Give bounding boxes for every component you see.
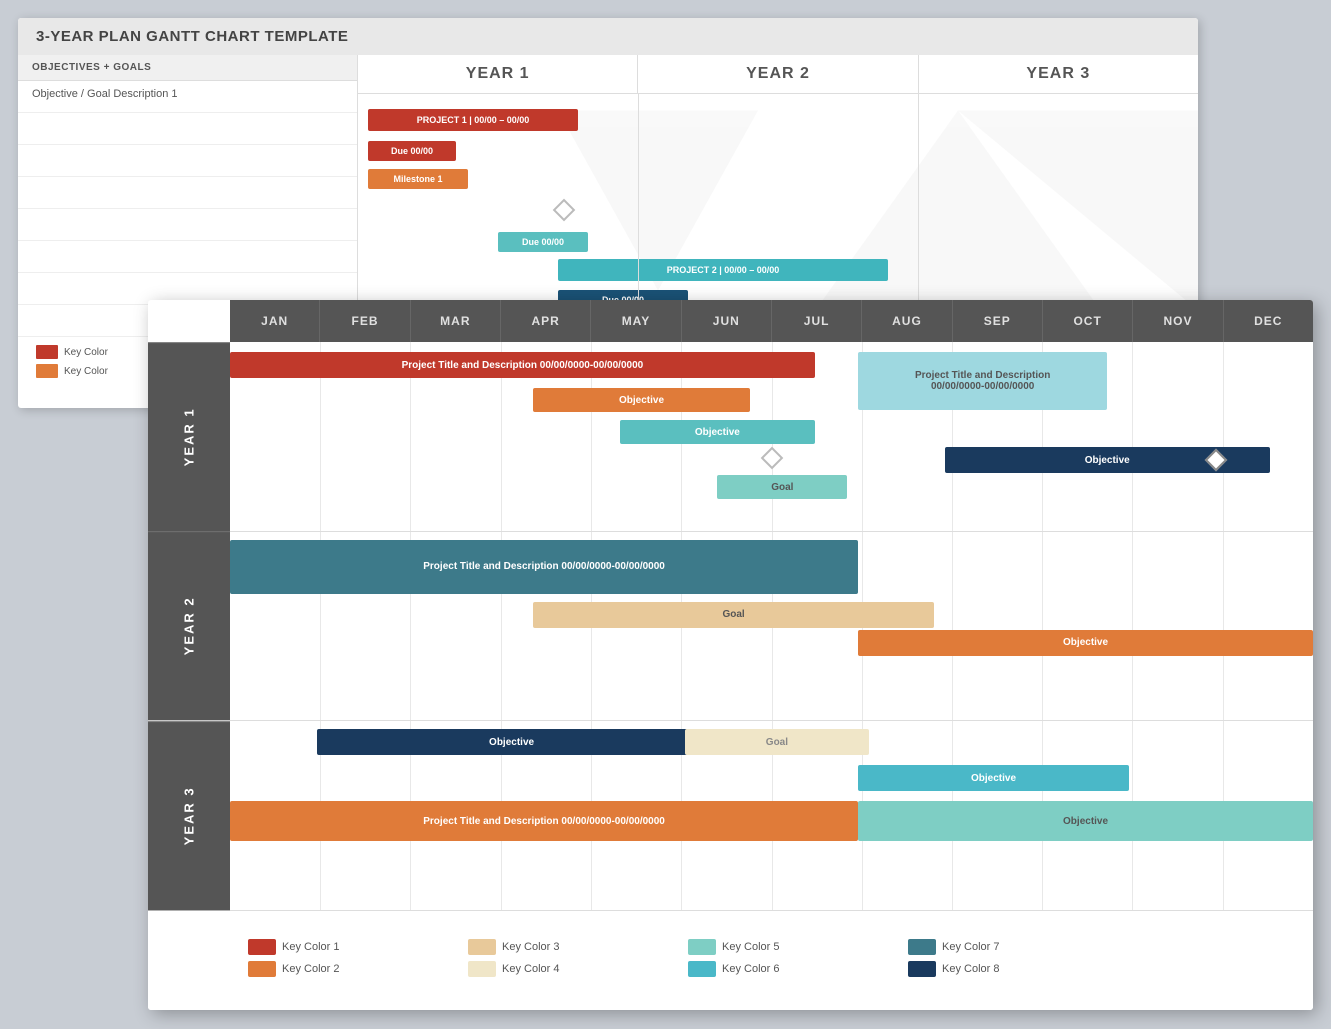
y1-bar-obj1: Objective bbox=[533, 388, 750, 412]
back-bar-p1: PROJECT 1 | 00/00 – 00/00 bbox=[368, 109, 578, 131]
month-aug: AUG bbox=[862, 300, 952, 342]
year-label-1: YEAR 1 bbox=[148, 342, 230, 531]
legend-swatch-8 bbox=[908, 961, 936, 977]
y3-bar-goal: Goal bbox=[685, 729, 869, 755]
back-objectives-header: OBJECTIVES + GOALS bbox=[18, 55, 357, 81]
legend-label-4: Key Color 4 bbox=[502, 963, 559, 975]
month-dec: DEC bbox=[1224, 300, 1313, 342]
legend-label-2: Key Color 2 bbox=[282, 963, 339, 975]
legend-swatch-4 bbox=[468, 961, 496, 977]
month-nov: NOV bbox=[1133, 300, 1223, 342]
year-label-2: YEAR 2 bbox=[148, 531, 230, 720]
year1-section: Project Title and Description 00/00/0000… bbox=[230, 342, 1313, 532]
year3-section: Objective Goal Objective Project Title a… bbox=[230, 721, 1313, 910]
y1-bar-goal: Goal bbox=[717, 475, 847, 499]
back-legend-item-1: Key Color bbox=[36, 345, 108, 359]
month-jan: JAN bbox=[230, 300, 320, 342]
legend-label-6: Key Color 6 bbox=[722, 963, 779, 975]
back-legend-label-1: Key Color bbox=[64, 347, 108, 358]
legend-row-2: Key Color 2 Key Color 4 Key Color 6 Key … bbox=[248, 961, 1293, 977]
legend-item-3: Key Color 3 bbox=[468, 939, 668, 955]
back-obj-row-6 bbox=[18, 241, 357, 273]
legend-swatch-5 bbox=[688, 939, 716, 955]
y2ml10 bbox=[1132, 532, 1133, 721]
y3-bar-project: Project Title and Description 00/00/0000… bbox=[230, 801, 858, 841]
legend-swatch-1 bbox=[248, 939, 276, 955]
back-obj-row-3 bbox=[18, 145, 357, 177]
back-swatch-1 bbox=[36, 345, 58, 359]
back-card-title: 3-YEAR PLAN GANTT CHART TEMPLATE bbox=[18, 18, 1198, 55]
legend-item-8: Key Color 8 bbox=[908, 961, 1108, 977]
legend-item-7: Key Color 7 bbox=[908, 939, 1108, 955]
legend-swatch-7 bbox=[908, 939, 936, 955]
legend-swatch-3 bbox=[468, 939, 496, 955]
back-bar-milestone: Milestone 1 bbox=[368, 169, 468, 189]
month-oct: OCT bbox=[1043, 300, 1133, 342]
ml11 bbox=[1223, 342, 1224, 531]
back-obj-row-5 bbox=[18, 209, 357, 241]
back-obj-row-4 bbox=[18, 177, 357, 209]
month-jun: JUN bbox=[682, 300, 772, 342]
y2ml11 bbox=[1223, 532, 1224, 721]
year2-section: Project Title and Description 00/00/0000… bbox=[230, 532, 1313, 722]
y2ml8 bbox=[952, 532, 953, 721]
months-header: JAN FEB MAR APR MAY JUN JUL AUG SEP OCT … bbox=[230, 300, 1313, 342]
month-sep: SEP bbox=[953, 300, 1043, 342]
month-mar: MAR bbox=[411, 300, 501, 342]
back-legend: Key Color Key Color bbox=[36, 345, 108, 378]
y2-bar-goal: Goal bbox=[533, 602, 934, 628]
month-may: MAY bbox=[591, 300, 681, 342]
back-obj-row-2 bbox=[18, 113, 357, 145]
month-apr: APR bbox=[501, 300, 591, 342]
back-swatch-2 bbox=[36, 364, 58, 378]
legend-item-5: Key Color 5 bbox=[688, 939, 888, 955]
legend-swatch-2 bbox=[248, 961, 276, 977]
y2-bar-obj: Objective bbox=[858, 630, 1313, 656]
month-jul: JUL bbox=[772, 300, 862, 342]
y1-bar-obj2: Objective bbox=[620, 420, 815, 444]
legend-label-3: Key Color 3 bbox=[502, 941, 559, 953]
y1-bar-project2: Project Title and Description00/00/0000-… bbox=[858, 352, 1107, 410]
back-year-3: YEAR 3 bbox=[919, 55, 1198, 93]
ml10 bbox=[1132, 342, 1133, 531]
y2-bar-project: Project Title and Description 00/00/0000… bbox=[230, 540, 858, 594]
legend-label-7: Key Color 7 bbox=[942, 941, 999, 953]
legend-item-2: Key Color 2 bbox=[248, 961, 448, 977]
y3-bar-obj3: Objective bbox=[858, 801, 1313, 841]
legend-label-8: Key Color 8 bbox=[942, 963, 999, 975]
legend-swatch-6 bbox=[688, 961, 716, 977]
y3-bar-obj1: Objective bbox=[317, 729, 707, 755]
back-legend-item-2: Key Color bbox=[36, 364, 108, 378]
gantt-body: YEAR 1 YEAR 2 YEAR 3 bbox=[148, 342, 1313, 910]
legend-item-1: Key Color 1 bbox=[248, 939, 448, 955]
back-obj-row-1: Objective / Goal Description 1 bbox=[18, 81, 357, 113]
back-year-1: YEAR 1 bbox=[358, 55, 638, 93]
legend-item-6: Key Color 6 bbox=[688, 961, 888, 977]
month-feb: FEB bbox=[320, 300, 410, 342]
legend-item-4: Key Color 4 bbox=[468, 961, 668, 977]
gantt-chart: Project Title and Description 00/00/0000… bbox=[230, 342, 1313, 910]
y3-bar-obj2: Objective bbox=[858, 765, 1129, 791]
legend-label-5: Key Color 5 bbox=[722, 941, 779, 953]
back-bar-due1: Due 00/00 bbox=[368, 141, 456, 161]
back-years-header: YEAR 1 YEAR 2 YEAR 3 bbox=[358, 55, 1198, 94]
legend-row-1: Key Color 1 Key Color 3 Key Color 5 Key … bbox=[248, 939, 1293, 955]
back-bar-due2: Due 00/00 bbox=[498, 232, 588, 252]
year-labels: YEAR 1 YEAR 2 YEAR 3 bbox=[148, 342, 230, 910]
front-card: JAN FEB MAR APR MAY JUN JUL AUG SEP OCT … bbox=[148, 300, 1313, 1010]
y2ml9 bbox=[1042, 532, 1043, 721]
y1-diamond bbox=[760, 447, 783, 470]
back-legend-label-2: Key Color bbox=[64, 366, 108, 377]
legend-label-1: Key Color 1 bbox=[282, 941, 339, 953]
front-legend: Key Color 1 Key Color 3 Key Color 5 Key … bbox=[148, 910, 1313, 1010]
year-label-3: YEAR 3 bbox=[148, 721, 230, 910]
y1-bar-project1: Project Title and Description 00/00/0000… bbox=[230, 352, 815, 378]
back-year-2: YEAR 2 bbox=[638, 55, 918, 93]
back-bar-p2: PROJECT 2 | 00/00 – 00/00 bbox=[558, 259, 888, 281]
